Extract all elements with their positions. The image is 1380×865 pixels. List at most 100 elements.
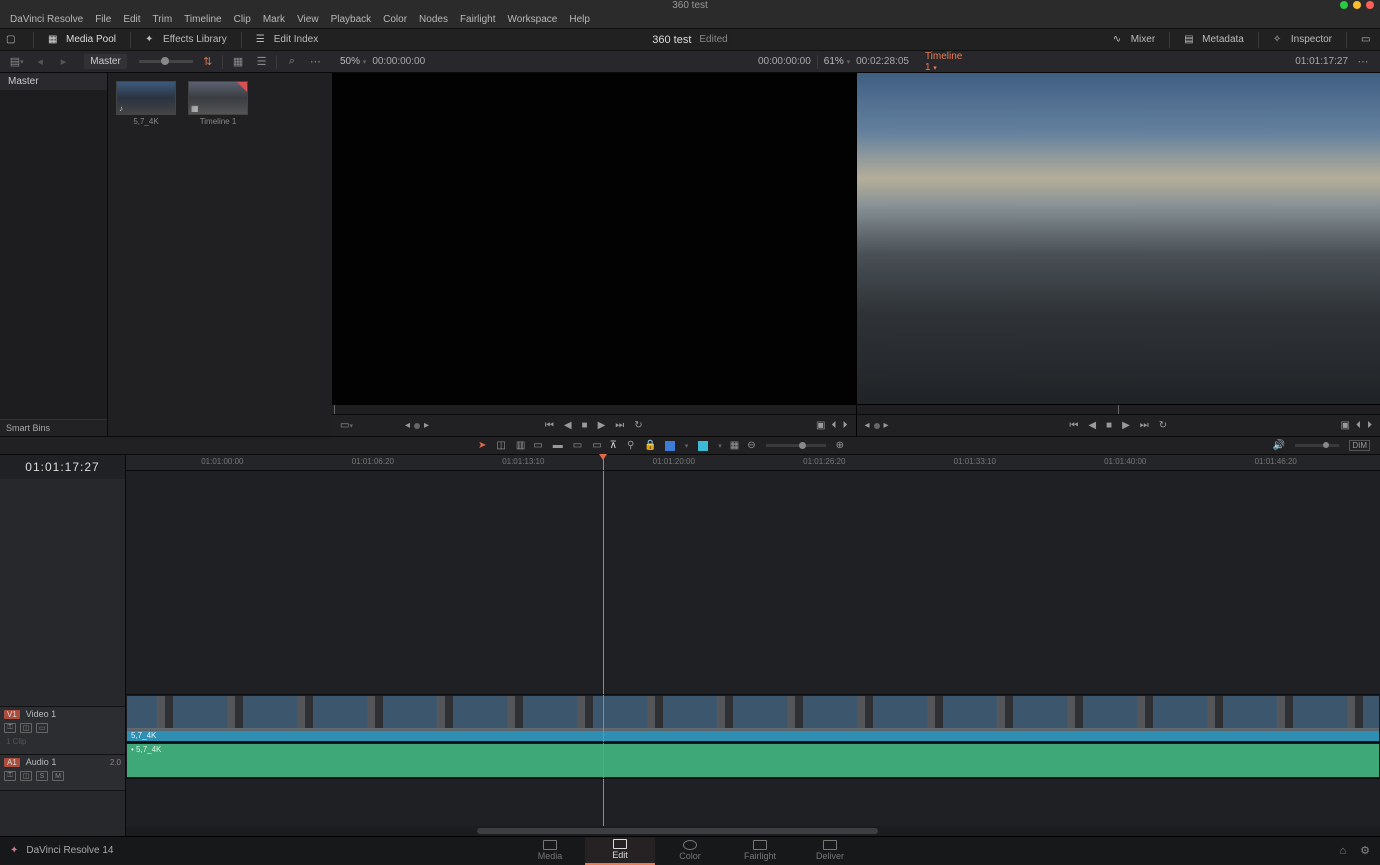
sort-icon[interactable]: ⇅ — [199, 54, 216, 70]
edit-index-toggle[interactable]: ☰ Edit Index — [256, 34, 318, 45]
src-play-icon[interactable]: ▶ — [598, 420, 606, 431]
search-icon[interactable]: ⌕ — [283, 54, 300, 70]
viewer-more-icon[interactable]: ⋯ — [1354, 54, 1372, 70]
nav-media[interactable]: Media — [515, 837, 585, 865]
grid-view-icon[interactable]: ▦ — [229, 54, 246, 70]
effects-library-toggle[interactable]: ✦ Effects Library — [145, 34, 227, 45]
zoom-out-icon[interactable]: ⊖ — [747, 440, 755, 451]
nav-deliver[interactable]: Deliver — [795, 837, 865, 865]
menu-workspace[interactable]: Workspace — [502, 14, 564, 25]
src-first-icon[interactable]: ⏮ — [545, 420, 554, 431]
list-view-icon[interactable]: ☰ — [253, 54, 270, 70]
settings-icon[interactable]: ⚙ — [1360, 844, 1370, 857]
flag-blue-icon[interactable] — [665, 441, 675, 451]
video-lane[interactable]: 5,7_4K — [126, 694, 1380, 742]
src-out-icon[interactable]: ⏵ — [843, 420, 848, 431]
src-loop-icon[interactable]: ↻ — [634, 420, 642, 431]
nav-fwd-icon[interactable]: ▸ — [55, 54, 72, 70]
bin-layout-icon[interactable]: ▤▾ — [8, 54, 25, 70]
menu-trim[interactable]: Trim — [147, 14, 179, 25]
minimize-dot[interactable] — [1340, 1, 1348, 9]
scrollbar-thumb[interactable] — [477, 828, 878, 834]
timeline-ruler[interactable]: 01:01:00:00 01:01:06:20 01:01:13:10 01:0… — [126, 455, 1380, 471]
link-icon[interactable]: ⚲ — [627, 440, 634, 451]
menu-playback[interactable]: Playback — [325, 14, 378, 25]
video-clip[interactable]: 5,7_4K — [126, 695, 1380, 742]
media-pool-toggle[interactable]: ▦ Media Pool — [48, 34, 116, 45]
mixer-toggle[interactable]: ∿ Mixer — [1113, 34, 1155, 45]
layout-toggle-icon[interactable]: ▢ — [6, 34, 19, 45]
prg-next-icon[interactable]: ⏭ — [1140, 420, 1149, 431]
a-mute-icon[interactable]: M — [52, 771, 64, 781]
zoom-slider[interactable] — [766, 444, 826, 447]
empty-lane-area[interactable] — [126, 471, 1380, 694]
nav-edit[interactable]: Edit — [585, 837, 655, 865]
src-stop-icon[interactable]: ■ — [582, 420, 588, 431]
src-marker-next-icon[interactable]: ▸ — [424, 420, 429, 431]
menu-nodes[interactable]: Nodes — [413, 14, 454, 25]
timeline-lanes[interactable]: 01:01:00:00 01:01:06:20 01:01:13:10 01:0… — [126, 455, 1380, 836]
prg-prev-icon[interactable]: ◀ — [1088, 420, 1096, 431]
snap-icon[interactable]: ⊼ — [610, 440, 617, 451]
prg-marker-prev-icon[interactable]: ◂ — [865, 420, 870, 431]
v-auto-icon[interactable]: ◫ — [20, 723, 32, 733]
timeline-view-icon[interactable]: ▦ — [730, 440, 739, 451]
program-viewer-area[interactable] — [857, 73, 1380, 404]
prg-first-icon[interactable]: ⏮ — [1069, 420, 1078, 431]
source-scrubber[interactable] — [332, 404, 856, 414]
program-zoom[interactable]: 61% ▾ — [824, 56, 850, 67]
prg-in-icon[interactable]: ⏴ — [1356, 420, 1361, 431]
prg-matchframe-icon[interactable]: ▣ — [1341, 420, 1350, 431]
dim-icon[interactable]: DIM — [1349, 440, 1370, 451]
audio-track-header[interactable]: A1 Audio 1 2.0 ⚿ ◫ S M — [0, 754, 125, 790]
a1-badge[interactable]: A1 — [4, 758, 20, 767]
metadata-toggle[interactable]: ▤ Metadata — [1184, 34, 1244, 45]
nav-fairlight[interactable]: Fairlight — [725, 837, 795, 865]
volume-slider[interactable] — [1295, 444, 1339, 447]
menu-file[interactable]: File — [89, 14, 117, 25]
a-lock-icon[interactable]: ⚿ — [4, 771, 16, 781]
program-scrubber[interactable] — [857, 404, 1380, 414]
audio-lane[interactable]: • 5,7_4K — [126, 742, 1380, 778]
timeline-scrollbar[interactable] — [126, 826, 1380, 836]
volume-icon[interactable]: 🔊 — [1273, 440, 1285, 451]
menu-help[interactable]: Help — [563, 14, 596, 25]
timeline-thumb[interactable]: ▦ Timeline 1 — [188, 81, 248, 126]
prg-stop-icon[interactable]: ■ — [1106, 420, 1112, 431]
prg-loop-icon[interactable]: ↻ — [1159, 420, 1167, 431]
close-dot[interactable] — [1366, 1, 1374, 9]
a-solo-icon[interactable]: S — [36, 771, 48, 781]
thumb-size-slider[interactable] — [139, 60, 193, 63]
nav-back-icon[interactable]: ◂ — [31, 54, 48, 70]
overwrite-icon[interactable]: ▬ — [553, 440, 563, 451]
insert-icon[interactable]: ▭ — [533, 440, 542, 451]
source-viewer-area[interactable] — [332, 73, 856, 404]
menu-fairlight[interactable]: Fairlight — [454, 14, 502, 25]
expand-icon[interactable]: ▭ — [1361, 34, 1374, 45]
clip-thumb[interactable]: ♪ 5,7_4K — [116, 81, 176, 126]
home-icon[interactable]: ⌂ — [1339, 845, 1346, 857]
menu-edit[interactable]: Edit — [117, 14, 146, 25]
menu-color[interactable]: Color — [377, 14, 413, 25]
src-prev-icon[interactable]: ◀ — [564, 420, 572, 431]
timeline-dropdown[interactable]: Timeline 1 ▾ — [925, 51, 962, 73]
v-disable-icon[interactable]: ▭ — [36, 723, 48, 733]
media-pool-grid[interactable]: ♪ 5,7_4K ▦ Timeline 1 — [108, 73, 332, 436]
bin-breadcrumb[interactable]: Master — [84, 54, 127, 69]
a-arm-icon[interactable]: ◫ — [20, 771, 32, 781]
zoom-dot[interactable] — [1353, 1, 1361, 9]
menu-mark[interactable]: Mark — [257, 14, 291, 25]
replace-icon[interactable]: ▭ — [573, 440, 582, 451]
prg-marker-next-icon[interactable]: ▸ — [884, 420, 889, 431]
audio-clip[interactable]: • 5,7_4K — [126, 743, 1380, 778]
playhead[interactable] — [603, 455, 604, 470]
v1-badge[interactable]: V1 — [4, 710, 20, 719]
src-marker-prev-icon[interactable]: ◂ — [405, 420, 410, 431]
source-zoom[interactable]: 50% ▾ — [340, 56, 366, 67]
marker-cyan-icon[interactable] — [698, 441, 708, 451]
lock-icon[interactable]: 🔒 — [644, 440, 656, 451]
zoom-in-icon[interactable]: ⊕ — [836, 440, 844, 451]
menu-timeline[interactable]: Timeline — [178, 14, 227, 25]
video-track-header[interactable]: V1 Video 1 ⚿ ◫ ▭ 1 Clip — [0, 706, 125, 754]
bin-item-master[interactable]: Master — [0, 73, 107, 90]
